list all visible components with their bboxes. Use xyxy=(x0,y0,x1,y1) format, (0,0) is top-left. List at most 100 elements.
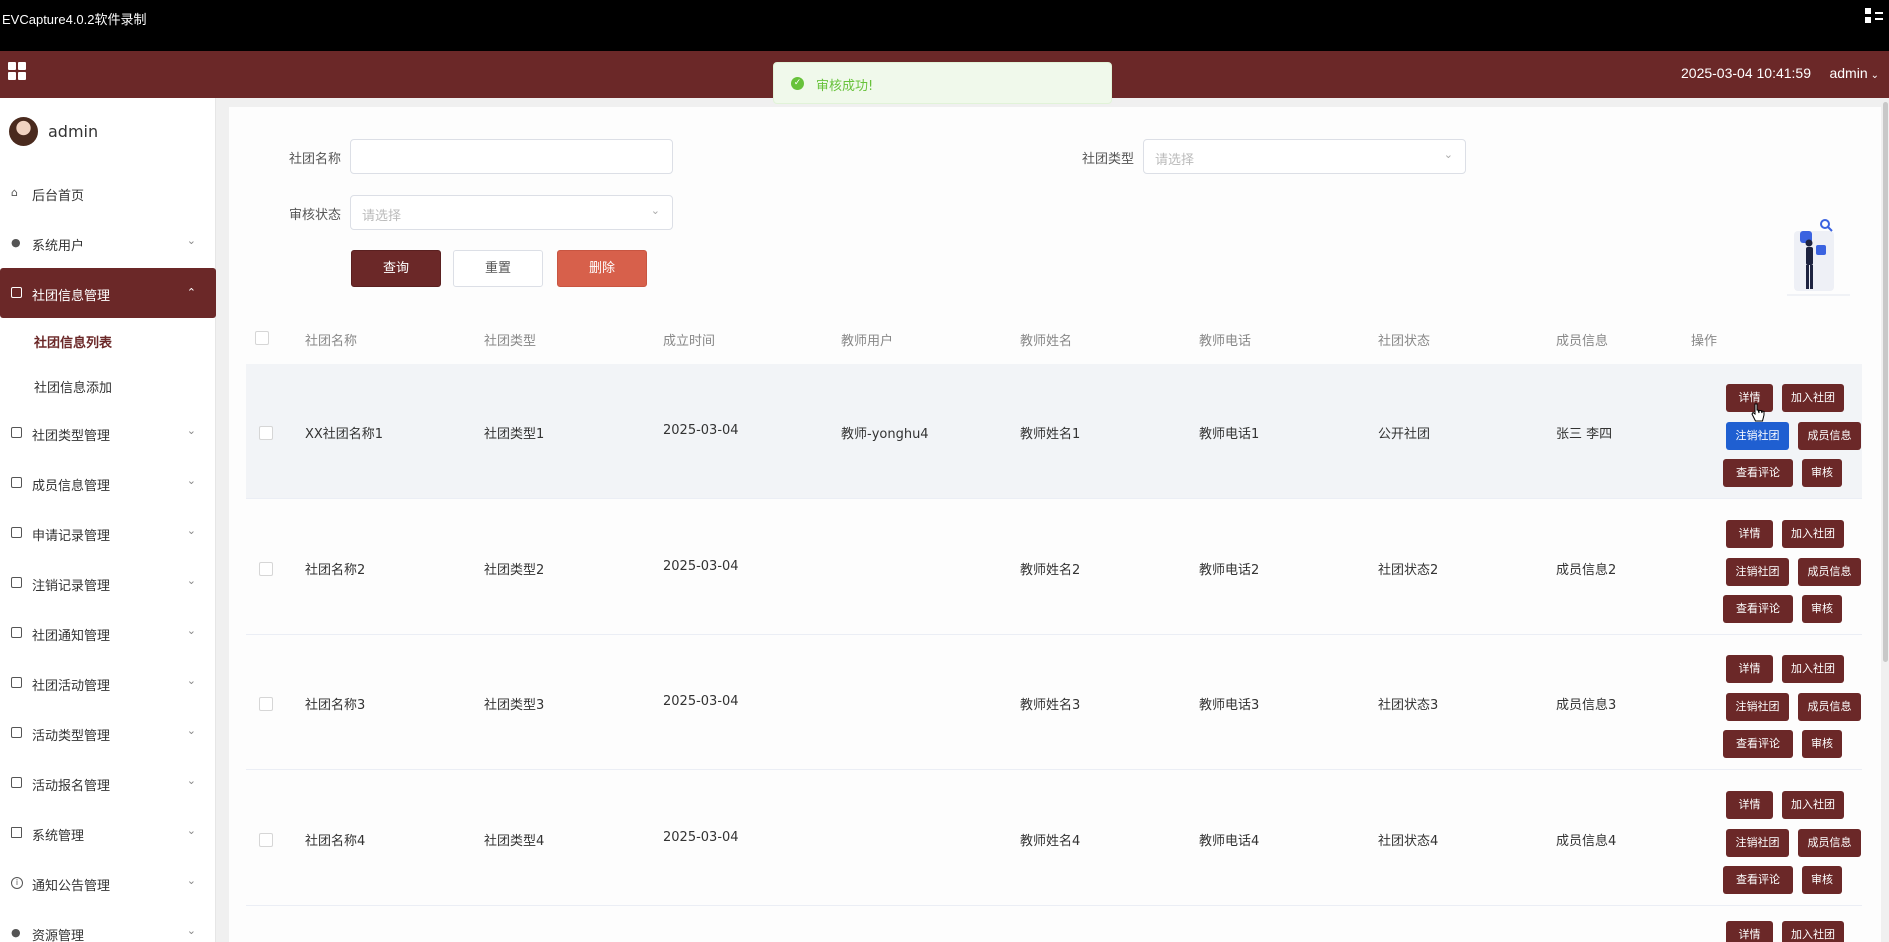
check-circle-icon: ✓ xyxy=(791,77,804,90)
chevron-down-icon: ⌄ xyxy=(1443,148,1453,161)
sidebar-item-applications[interactable]: 申请记录管理 ⌄ xyxy=(0,508,216,558)
sidebar-username: admin xyxy=(48,122,99,141)
column-header: 社团名称 xyxy=(305,334,358,349)
table-row[interactable]: 社团名称4 社团类型4 2025-03-04 教师姓名4 教师电话4 社团状态4… xyxy=(246,771,1862,906)
sidebar-item-club-info[interactable]: 社团信息管理 ⌃ xyxy=(0,268,216,318)
header-user-menu[interactable]: admin ⌄ xyxy=(1829,65,1879,81)
box-icon xyxy=(11,777,23,789)
column-header: 操作 xyxy=(1691,334,1718,349)
club-name-input[interactable] xyxy=(350,139,673,174)
row-checkbox[interactable] xyxy=(259,697,273,711)
box-icon xyxy=(11,477,23,489)
cancel-club-button[interactable]: 注销社团 xyxy=(1726,422,1789,450)
sidebar-item-club-type[interactable]: 社团类型管理 ⌄ xyxy=(0,408,216,458)
review-button[interactable]: 审核 xyxy=(1802,866,1842,894)
sidebar-item-resources[interactable]: ● 资源管理 ⌄ xyxy=(0,908,216,942)
detail-button[interactable]: 详情 xyxy=(1726,384,1773,412)
view-comments-button[interactable]: 查看评论 xyxy=(1723,459,1793,487)
column-header: 教师用户 xyxy=(841,334,894,349)
sidebar-item-system[interactable]: 系统管理 ⌄ xyxy=(0,808,216,858)
join-club-button[interactable]: 加入社团 xyxy=(1782,921,1844,942)
cell-teacher-phone: 教师电话3 xyxy=(1199,698,1260,713)
cell-teacher-name: 教师姓名4 xyxy=(1020,834,1081,849)
review-status-label: 审核状态 xyxy=(289,208,342,223)
row-checkbox[interactable] xyxy=(259,562,273,576)
cell-club-status: 社团状态4 xyxy=(1378,834,1439,849)
sidebar-item-system-users[interactable]: ● 系统用户 ⌄ xyxy=(0,218,216,268)
join-club-button[interactable]: 加入社团 xyxy=(1782,384,1844,412)
view-comments-button[interactable]: 查看评论 xyxy=(1723,866,1793,894)
cell-club-type: 社团类型1 xyxy=(484,427,545,442)
sidebar-item-label: 系统用户 xyxy=(32,239,85,254)
sidebar: admin ⌂ 后台首页 ● 系统用户 ⌄ 社团信息管理 ⌃ 社团信息列表 社团… xyxy=(0,98,216,942)
sidebar-item-cancellations[interactable]: 注销记录管理 ⌄ xyxy=(0,558,216,608)
detail-button[interactable]: 详情 xyxy=(1726,921,1773,942)
chevron-down-icon: ⌄ xyxy=(186,724,196,737)
scrollbar-thumb[interactable] xyxy=(1883,102,1888,662)
member-info-button[interactable]: 成员信息 xyxy=(1798,693,1861,721)
sidebar-item-activity-types[interactable]: 活动类型管理 ⌄ xyxy=(0,708,216,758)
detail-button[interactable]: 详情 xyxy=(1726,791,1773,819)
member-info-button[interactable]: 成员信息 xyxy=(1798,558,1861,586)
success-toast: ✓ 审核成功! xyxy=(773,62,1112,104)
menu-grid-icon[interactable] xyxy=(8,62,28,82)
header-username: admin xyxy=(1829,65,1868,81)
member-info-button[interactable]: 成员信息 xyxy=(1798,829,1861,857)
view-comments-button[interactable]: 查看评论 xyxy=(1723,730,1793,758)
column-header: 成立时间 xyxy=(663,334,716,349)
sidebar-item-label: 社团信息管理 xyxy=(32,289,111,304)
cell-founded-date: 2025-03-04 xyxy=(663,830,739,845)
query-button[interactable]: 查询 xyxy=(351,250,441,287)
detail-button[interactable]: 详情 xyxy=(1726,655,1773,683)
box-icon xyxy=(11,627,23,639)
cancel-club-button[interactable]: 注销社团 xyxy=(1726,558,1789,586)
sidebar-item-label: 社团信息添加 xyxy=(34,381,113,396)
cell-member-info: 成员信息3 xyxy=(1556,698,1617,713)
join-club-button[interactable]: 加入社团 xyxy=(1782,791,1844,819)
sidebar-subitem-club-list[interactable]: 社团信息列表 xyxy=(0,318,216,363)
chevron-down-icon: ⌄ xyxy=(186,574,196,587)
sidebar-item-club-activities[interactable]: 社团活动管理 ⌄ xyxy=(0,658,216,708)
sidebar-item-home[interactable]: ⌂ 后台首页 xyxy=(0,168,216,218)
home-icon: ⌂ xyxy=(11,186,18,199)
review-button[interactable]: 审核 xyxy=(1802,595,1842,623)
sidebar-item-members[interactable]: 成员信息管理 ⌄ xyxy=(0,458,216,508)
review-button[interactable]: 审核 xyxy=(1802,730,1842,758)
sidebar-item-announcements[interactable]: i 通知公告管理 ⌄ xyxy=(0,858,216,908)
table-row[interactable]: 社团名称2 社团类型2 2025-03-04 教师姓名2 教师电话2 社团状态2… xyxy=(246,500,1862,635)
cell-club-type: 社团类型3 xyxy=(484,698,545,713)
row-checkbox[interactable] xyxy=(259,426,273,440)
sidebar-item-club-notices[interactable]: 社团通知管理 ⌄ xyxy=(0,608,216,658)
review-status-select[interactable]: 请选择 ⌄ xyxy=(350,195,673,230)
member-info-button[interactable]: 成员信息 xyxy=(1798,422,1861,450)
sidebar-item-label: 社团信息列表 xyxy=(34,336,113,351)
sidebar-subitem-club-add[interactable]: 社团信息添加 xyxy=(0,363,216,408)
club-type-select[interactable]: 请选择 ⌄ xyxy=(1143,139,1466,174)
sidebar-item-label: 通知公告管理 xyxy=(32,879,111,894)
cell-club-name: 社团名称4 xyxy=(305,834,366,849)
reset-button[interactable]: 重置 xyxy=(453,250,543,287)
table-row[interactable]: 社团名称3 社团类型3 2025-03-04 教师姓名3 教师电话3 社团状态3… xyxy=(246,635,1862,770)
cancel-club-button[interactable]: 注销社团 xyxy=(1726,829,1789,857)
chevron-up-icon: ⌃ xyxy=(186,286,196,299)
shrink-icon[interactable] xyxy=(1865,8,1883,24)
select-all-checkbox[interactable] xyxy=(255,331,269,345)
view-comments-button[interactable]: 查看评论 xyxy=(1723,595,1793,623)
column-header: 社团状态 xyxy=(1378,334,1431,349)
search-illustration xyxy=(1787,219,1850,296)
sidebar-item-activity-signups[interactable]: 活动报名管理 ⌄ xyxy=(0,758,216,808)
chevron-down-icon: ⌄ xyxy=(186,924,196,937)
table-row[interactable]: 详情 加入社团 xyxy=(246,907,1862,942)
join-club-button[interactable]: 加入社团 xyxy=(1782,520,1844,548)
cell-teacher-phone: 教师电话1 xyxy=(1199,427,1260,442)
table-row[interactable]: XX社团名称1 社团类型1 2025-03-04 教师-yonghu4 教师姓名… xyxy=(246,364,1862,499)
detail-button[interactable]: 详情 xyxy=(1726,520,1773,548)
delete-button[interactable]: 删除 xyxy=(557,250,647,287)
row-checkbox[interactable] xyxy=(259,833,273,847)
join-club-button[interactable]: 加入社团 xyxy=(1782,655,1844,683)
chevron-down-icon: ⌄ xyxy=(186,824,196,837)
vertical-scrollbar[interactable] xyxy=(1882,98,1889,942)
review-button[interactable]: 审核 xyxy=(1802,459,1842,487)
cancel-club-button[interactable]: 注销社团 xyxy=(1726,693,1789,721)
sidebar-item-label: 社团类型管理 xyxy=(32,429,111,444)
